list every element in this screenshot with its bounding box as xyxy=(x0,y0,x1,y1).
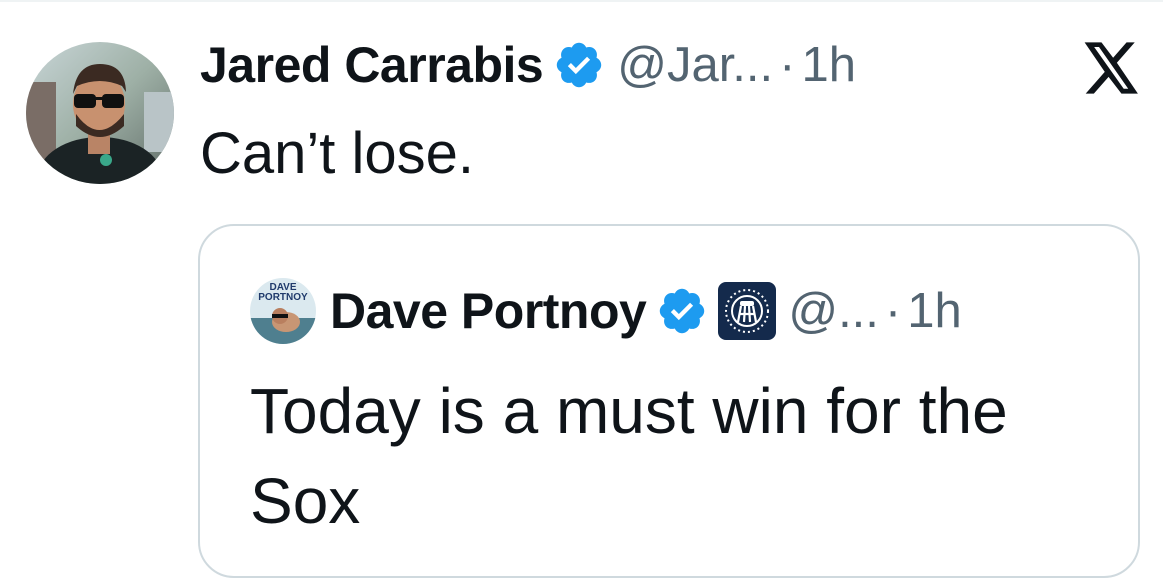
quoted-timestamp[interactable]: 1h xyxy=(907,283,962,339)
author-avatar[interactable] xyxy=(26,42,174,184)
quoted-author-avatar[interactable]: DAVE PORTNOY xyxy=(250,278,316,344)
quoted-author-handle[interactable]: @... xyxy=(788,283,879,339)
x-logo-icon[interactable] xyxy=(1084,42,1140,94)
author-name[interactable]: Jared Carrabis xyxy=(200,36,544,94)
quoted-tweet-card[interactable]: DAVE PORTNOY Dave Portnoy @... · 1h Toda… xyxy=(198,224,1140,578)
verified-badge-icon[interactable] xyxy=(656,285,708,337)
tweet-text: Can’t lose. xyxy=(200,121,475,186)
quoted-author-name[interactable]: Dave Portnoy xyxy=(330,282,647,340)
verified-badge-icon[interactable] xyxy=(553,39,605,91)
separator-dot: · xyxy=(779,38,796,92)
avatar-text-line2: PORTNOY xyxy=(258,292,308,303)
tweet[interactable]: Jared Carrabis @Jar... · 1h Can’t lose. … xyxy=(0,0,1163,585)
timestamp[interactable]: 1h xyxy=(801,37,856,93)
quoted-tweet-text: Today is a must win for the Sox xyxy=(250,375,1008,537)
tweet-header: Jared Carrabis @Jar... · 1h xyxy=(200,30,856,100)
barstool-affiliate-badge[interactable] xyxy=(718,282,777,340)
author-handle[interactable]: @Jar... xyxy=(617,37,773,93)
separator-dot: · xyxy=(884,284,902,338)
quoted-tweet-header: DAVE PORTNOY Dave Portnoy @... · 1h xyxy=(250,276,962,346)
